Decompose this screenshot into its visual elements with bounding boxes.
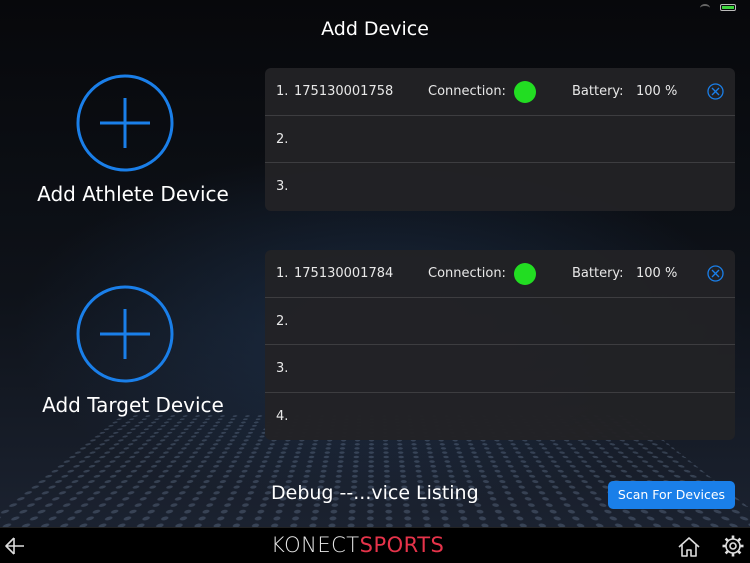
add-target-device-label[interactable]: Add Target Device: [3, 393, 263, 417]
debug-listing-text: Debug --...vice Listing: [271, 482, 479, 504]
battery-label: Battery:: [572, 266, 624, 281]
slot-number: 2.: [276, 313, 289, 329]
target-device-list: 1. 175130001784 Connection: Battery: 100 % 2.…: [265, 250, 735, 440]
scan-for-devices-button[interactable]: Scan For Devices: [608, 481, 735, 509]
athlete-device-slot-1[interactable]: 1. 175130001758 Connection: Battery: 100 %: [265, 68, 735, 116]
device-id: 175130001784: [294, 266, 394, 281]
logo-part-sports: SPORTS: [359, 533, 445, 557]
add-athlete-device-label[interactable]: Add Athlete Device: [3, 182, 263, 206]
slot-number: 1.: [276, 84, 289, 99]
plus-circle-icon: [76, 74, 174, 172]
slot-number: 1.: [276, 266, 289, 281]
target-device-slot-3[interactable]: 3.: [265, 345, 735, 393]
konect-sports-logo: KONECTSPORTS: [271, 532, 481, 558]
slot-number: 4.: [276, 408, 289, 424]
battery-value: 100 %: [636, 266, 678, 281]
slot-number: 2.: [276, 131, 289, 147]
logo-part-konect: KONECT: [271, 533, 360, 557]
add-athlete-device-button[interactable]: [75, 73, 175, 173]
target-device-slot-4[interactable]: 4.: [265, 393, 735, 441]
battery-label: Battery:: [572, 84, 624, 99]
target-device-slot-1[interactable]: 1. 175130001784 Connection: Battery: 100 %: [265, 250, 735, 298]
target-device-slot-2[interactable]: 2.: [265, 298, 735, 345]
connection-status-indicator: [514, 263, 536, 285]
connection-label: Connection:: [428, 266, 506, 281]
remove-device-icon[interactable]: [707, 265, 724, 282]
status-bar: [676, 2, 736, 12]
athlete-device-slot-2[interactable]: 2.: [265, 116, 735, 163]
device-id: 175130001758: [294, 84, 394, 99]
home-icon[interactable]: [677, 535, 701, 559]
add-target-device-button[interactable]: [75, 284, 175, 384]
back-arrow-icon[interactable]: [3, 534, 27, 558]
bottom-bar: KONECTSPORTS: [0, 527, 750, 563]
connection-status-indicator: [514, 81, 536, 103]
plus-circle-icon: [76, 285, 174, 383]
athlete-device-slot-3[interactable]: 3.: [265, 163, 735, 211]
connection-label: Connection:: [428, 84, 506, 99]
battery-value: 100 %: [636, 84, 678, 99]
wifi-icon: [700, 4, 710, 12]
gear-icon[interactable]: [721, 534, 745, 558]
athlete-device-list: 1. 175130001758 Connection: Battery: 100 % 2.…: [265, 68, 735, 211]
battery-status-icon: [720, 4, 736, 11]
slot-number: 3.: [276, 179, 289, 194]
slot-number: 3.: [276, 361, 289, 376]
page-title: Add Device: [321, 18, 429, 40]
remove-device-icon[interactable]: [707, 83, 724, 100]
